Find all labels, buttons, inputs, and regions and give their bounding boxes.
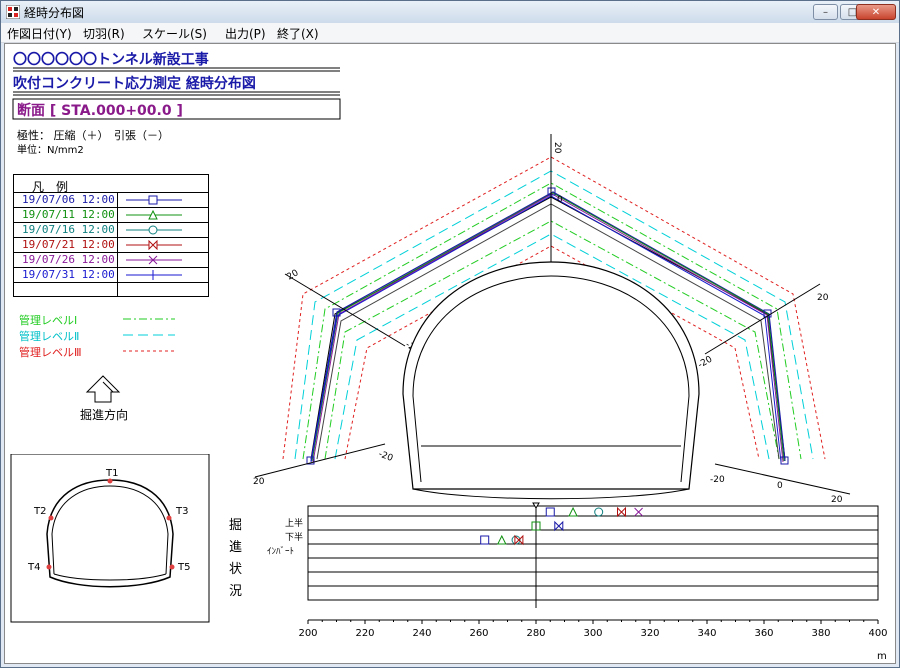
x-tick-label: 320 — [640, 628, 659, 639]
window-title: 経時分布図 — [24, 6, 85, 20]
menu-output[interactable]: 出力(P) — [225, 25, 266, 42]
x-tick-label: 220 — [355, 628, 374, 639]
legend-date: 19/07/11 12:00 — [22, 208, 115, 221]
row-label-invert: ｲﾝﾊﾞｰﾄ — [267, 546, 294, 557]
legend-line-4 — [126, 255, 182, 265]
app-window: 経時分布図 – □ ✕ 作図日付(Y) 切羽(R) スケール(S) 出力(P) … — [0, 0, 900, 668]
tick-label: 20 — [253, 477, 265, 487]
legend-line-0 — [126, 195, 182, 205]
legend-date: 19/07/16 12:00 — [22, 223, 115, 236]
x-tick-label: 300 — [583, 628, 602, 639]
menu-scale[interactable]: スケール(S) — [142, 25, 207, 42]
stress-distribution-diagram: 20 0 -20 20 -20 20 -20 20 -20 -20 0 20 — [253, 134, 851, 504]
menu-exit[interactable]: 終了(X) — [277, 25, 319, 42]
menu-bar: 作図日付(Y) 切羽(R) スケール(S) 出力(P) 終了(X) — [1, 23, 899, 43]
progress-mark — [617, 506, 626, 518]
point-label-t5: T5 — [177, 562, 190, 573]
tick-label: 0 — [777, 481, 783, 491]
legend-line-1 — [126, 210, 182, 220]
row-label-lower: 下半 — [285, 531, 303, 543]
x-tick-label: 280 — [526, 628, 545, 639]
progress-mark — [545, 507, 555, 517]
legend-row: 19/07/16 12:00 — [14, 222, 208, 237]
legend-row-empty — [14, 282, 208, 296]
x-tick-label: 360 — [754, 628, 773, 639]
point-label-t1: T1 — [105, 468, 118, 479]
key-plan: T1 T2 T3 T4 T5 — [10, 454, 210, 623]
tick-label: 20 — [286, 268, 301, 283]
unit-note: 単位：N/mm2 — [17, 145, 84, 156]
progress-ticks: 200 220 240 260 280 300 320 340 360 380 400 — [298, 619, 887, 639]
x-tick-label: 200 — [298, 628, 317, 639]
title-bar[interactable]: 経時分布図 – □ ✕ — [1, 1, 899, 23]
minimize-button[interactable]: – — [813, 4, 838, 20]
level-3-label: 管理レベルⅢ — [19, 346, 82, 359]
legend-date: 19/07/06 12:00 — [22, 193, 115, 206]
legend-row: 19/07/31 12:00 — [14, 267, 208, 282]
x-tick-label: 380 — [811, 628, 830, 639]
project-title: 〇〇〇〇〇〇トンネル新設工事 — [13, 52, 209, 68]
x-unit-label: m — [877, 651, 887, 662]
menu-face[interactable]: 切羽(R) — [83, 25, 125, 42]
progress-grid — [307, 502, 879, 608]
direction-arrow-icon — [85, 375, 121, 403]
point-label-t3: T3 — [175, 506, 188, 517]
point-label-t4: T4 — [27, 562, 40, 573]
side-label: 掘 — [229, 518, 242, 533]
progress-mark — [480, 535, 490, 545]
legend-row: 19/07/06 12:00 — [14, 192, 208, 207]
legend-date: 19/07/26 12:00 — [22, 253, 115, 266]
legend-table: 凡 例 19/07/06 12:00 19/07/11 12:00 19/07/… — [13, 174, 209, 297]
x-tick-label: 260 — [469, 628, 488, 639]
level-lines — [123, 318, 175, 352]
progress-mark — [634, 507, 643, 517]
tick-label: -20 — [377, 449, 394, 464]
side-label: 進 — [229, 540, 242, 555]
x-tick-label: 400 — [868, 628, 887, 639]
legend-line-2 — [126, 225, 182, 235]
legend-row: 19/07/21 12:00 — [14, 237, 208, 252]
progress-mark — [554, 520, 564, 532]
point-label-t2: T2 — [33, 506, 46, 517]
progress-chart: 掘 進 状 況 上半 下半 ｲﾝﾊﾞｰﾄ 200 220 240 260 280 300 3… — [229, 502, 887, 662]
legend-row: 19/07/11 12:00 — [14, 207, 208, 222]
progress-mark — [594, 507, 604, 517]
progress-marks — [480, 506, 643, 546]
level-2-label: 管理レベルⅡ — [19, 330, 80, 343]
app-icon — [6, 5, 20, 19]
direction-label: 掘進方向 — [80, 408, 129, 422]
close-button[interactable]: ✕ — [856, 4, 896, 20]
menu-plot-date[interactable]: 作図日付(Y) — [7, 25, 72, 42]
chart-canvas: 〇〇〇〇〇〇トンネル新設工事 吹付コンクリート応力測定 経時分布図 断面 [ S… — [4, 43, 896, 664]
legend-row: 19/07/26 12:00 — [14, 252, 208, 267]
x-tick-label: 340 — [697, 628, 716, 639]
side-label: 況 — [229, 584, 242, 599]
tick-label: -20 — [697, 354, 715, 370]
legend-date: 19/07/31 12:00 — [22, 268, 115, 281]
side-label: 状 — [229, 562, 242, 577]
legend-line-5 — [126, 270, 182, 280]
progress-mark — [496, 534, 507, 545]
level-1-label: 管理レベルⅠ — [19, 314, 78, 327]
row-label-upper: 上半 — [285, 517, 303, 529]
tick-label: 20 — [552, 142, 562, 154]
tick-label: -20 — [710, 475, 725, 485]
legend-line-3 — [126, 240, 182, 250]
progress-mark — [568, 506, 578, 517]
tick-label: 0 — [557, 195, 563, 205]
tick-label: 20 — [817, 293, 829, 303]
x-tick-label: 240 — [412, 628, 431, 639]
legend-date: 19/07/21 12:00 — [22, 238, 115, 251]
